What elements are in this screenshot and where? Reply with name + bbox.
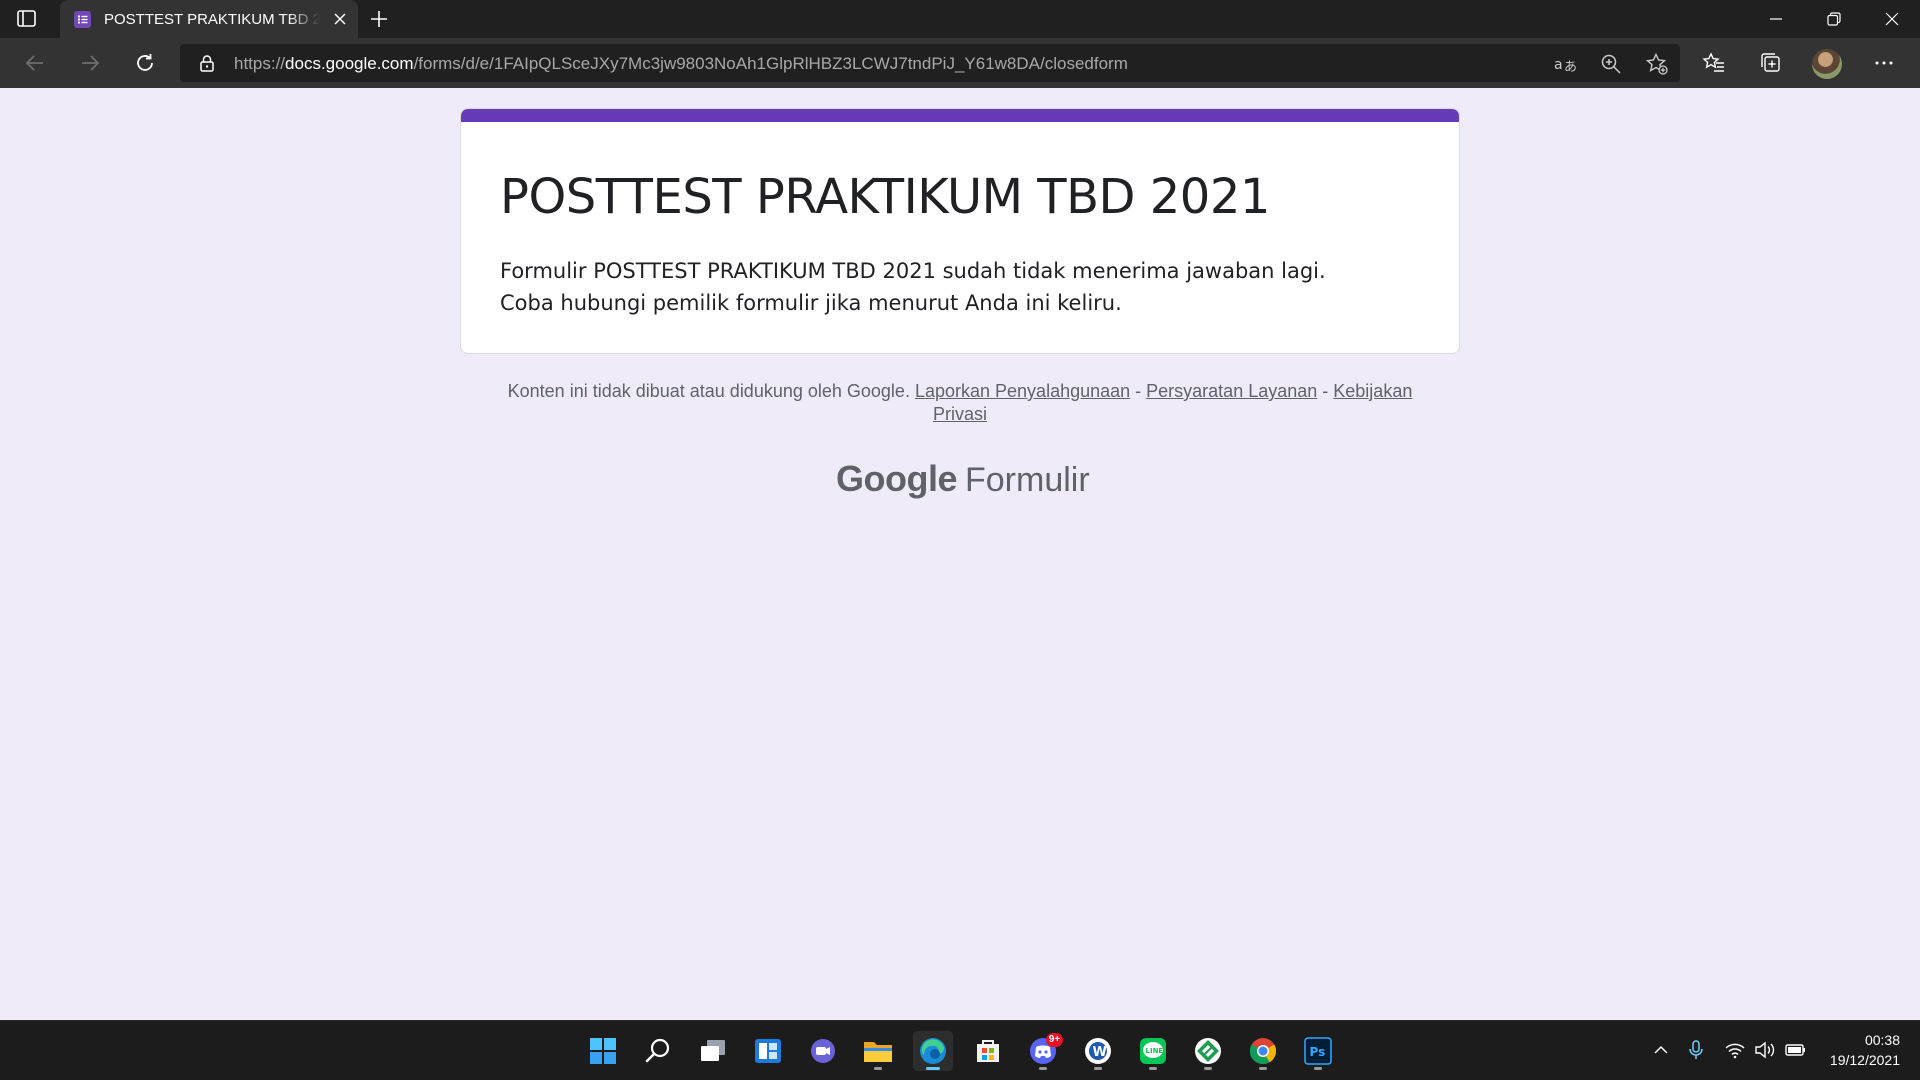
- minimize-icon[interactable]: [1748, 0, 1804, 38]
- running-indicator: [926, 1067, 940, 1070]
- search-icon[interactable]: [638, 1031, 678, 1071]
- task-view-icon[interactable]: [693, 1031, 733, 1071]
- form-title: POSTTEST PRAKTIKUM TBD 2021: [500, 169, 1270, 225]
- system-clock[interactable]: 00:38 19/12/2021: [1810, 1030, 1900, 1070]
- widgets-icon[interactable]: [748, 1031, 788, 1071]
- clock-date: 19/12/2021: [1829, 1052, 1900, 1068]
- profile-avatar[interactable]: [1812, 49, 1842, 79]
- address-bar[interactable]: https://docs.google.com/forms/d/e/1FAIpQ…: [180, 44, 1680, 82]
- close-tab-icon[interactable]: [330, 9, 350, 29]
- svg-text:Ps: Ps: [1310, 1045, 1326, 1059]
- svg-text:あ: あ: [1564, 60, 1577, 75]
- more-options-icon[interactable]: [1870, 49, 1898, 77]
- chrome-icon[interactable]: [1243, 1031, 1283, 1071]
- google-forms-logo[interactable]: Google Formulir: [836, 458, 1090, 502]
- close-window-icon[interactable]: [1864, 0, 1920, 38]
- running-indicator: [1259, 1067, 1267, 1070]
- lock-icon[interactable]: [198, 54, 216, 72]
- svg-text:a: a: [1554, 57, 1563, 73]
- terms-of-service-link[interactable]: Persyaratan Layanan: [1146, 381, 1317, 401]
- zoom-icon[interactable]: [1599, 52, 1623, 76]
- tab-title: POSTTEST PRAKTIKUM TBD 2021 – Google For…: [104, 11, 320, 28]
- card-accent-bar: [461, 109, 1459, 122]
- tab-actions-icon[interactable]: [16, 9, 38, 29]
- forward-arrow-icon[interactable]: [75, 48, 105, 78]
- notification-badge: 9+: [1046, 1033, 1063, 1047]
- photoshop-icon[interactable]: Ps: [1298, 1031, 1338, 1071]
- volume-icon[interactable]: [1754, 1039, 1776, 1061]
- clock-time: 00:38: [1864, 1032, 1900, 1048]
- running-indicator: [1149, 1067, 1157, 1070]
- running-indicator: [1204, 1067, 1212, 1070]
- running-indicator: [1094, 1067, 1102, 1070]
- page-content: POSTTEST PRAKTIKUM TBD 2021 Formulir POS…: [0, 88, 1920, 1020]
- running-indicator: [1039, 1067, 1047, 1070]
- url-text: https://docs.google.com/forms/d/e/1FAIpQ…: [234, 54, 1128, 74]
- chevron-up-icon[interactable]: [1650, 1039, 1672, 1061]
- forms-icon: [74, 11, 91, 28]
- restore-icon[interactable]: [1806, 0, 1862, 38]
- brand-product: Formulir: [965, 461, 1090, 499]
- word-icon[interactable]: W: [1078, 1031, 1118, 1071]
- add-favorite-icon[interactable]: [1645, 52, 1669, 76]
- url-path: /forms/d/e/1FAIpQLSceJXy7Mc3jw9803NoAh1G…: [413, 54, 1128, 73]
- tab-bar: POSTTEST PRAKTIKUM TBD 2021 – Google For…: [0, 0, 1920, 38]
- closed-message-line1: Formulir POSTTEST PRAKTIKUM TBD 2021 sud…: [500, 259, 1326, 283]
- running-indicator: [1314, 1067, 1322, 1070]
- line-icon[interactable]: LINE: [1133, 1031, 1173, 1071]
- microsoft-store-icon[interactable]: [968, 1031, 1008, 1071]
- favorites-icon[interactable]: [1700, 49, 1728, 77]
- disclaimer-text: Konten ini tidak dibuat atau didukung ol…: [507, 381, 910, 401]
- form-card: POSTTEST PRAKTIKUM TBD 2021 Formulir POS…: [460, 108, 1460, 354]
- start-icon[interactable]: [583, 1031, 623, 1071]
- browser-toolbar: https://docs.google.com/forms/d/e/1FAIpQ…: [0, 38, 1920, 88]
- new-tab-icon[interactable]: [368, 8, 390, 30]
- closed-message-line2: Coba hubungi pemilik formulir jika menur…: [500, 291, 1122, 315]
- svg-text:W: W: [1093, 1045, 1107, 1060]
- taskbar: 9+ W LINE Ps: [0, 1020, 1920, 1080]
- discord-icon[interactable]: 9+: [1023, 1031, 1063, 1071]
- footer: Konten ini tidak dibuat atau didukung ol…: [460, 380, 1460, 426]
- battery-icon[interactable]: [1785, 1039, 1807, 1061]
- running-indicator: [874, 1067, 882, 1070]
- url-host: docs.google.com: [285, 54, 414, 73]
- closed-message: Formulir POSTTEST PRAKTIKUM TBD 2021 sud…: [500, 255, 1400, 319]
- footer-separator: -: [1317, 381, 1334, 401]
- footer-separator: -: [1130, 381, 1147, 401]
- url-prefix: https://: [234, 54, 286, 73]
- svg-text:LINE: LINE: [1146, 1047, 1164, 1055]
- teams-chat-icon[interactable]: [803, 1031, 843, 1071]
- report-abuse-link[interactable]: Laporkan Penyalahgunaan: [915, 381, 1130, 401]
- collections-icon[interactable]: [1757, 49, 1785, 77]
- file-explorer-icon[interactable]: [858, 1031, 898, 1071]
- translate-icon[interactable]: aあ: [1553, 52, 1577, 76]
- refresh-icon[interactable]: [130, 48, 160, 78]
- wifi-icon[interactable]: [1724, 1039, 1746, 1061]
- brand-google: Google: [836, 458, 958, 499]
- active-tab[interactable]: POSTTEST PRAKTIKUM TBD 2021 – Google For…: [60, 0, 358, 38]
- edge-icon[interactable]: [913, 1031, 953, 1071]
- microphone-icon[interactable]: [1685, 1039, 1707, 1061]
- app-icon[interactable]: [1188, 1031, 1228, 1071]
- back-arrow-icon[interactable]: [20, 48, 50, 78]
